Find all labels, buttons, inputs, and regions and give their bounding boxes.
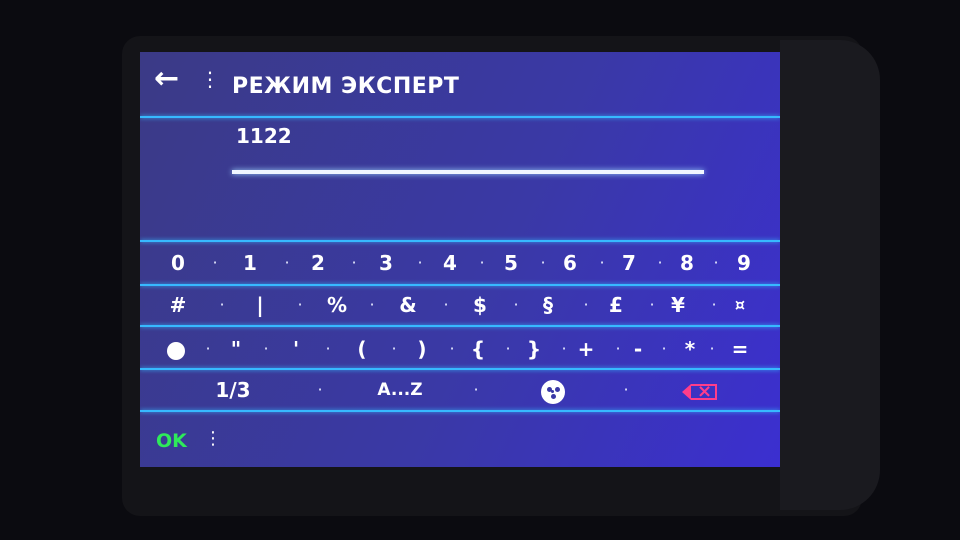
separator: ·	[369, 295, 375, 314]
key-paren-open[interactable]: (	[352, 329, 372, 369]
key-3[interactable]: 3	[374, 243, 398, 283]
keyboard-row-controls: 1/3 · A...Z · ·	[140, 370, 780, 410]
key-ampersand[interactable]: &	[396, 285, 420, 325]
separator: ·	[479, 253, 485, 272]
key-2[interactable]: 2	[306, 243, 330, 283]
key-plus[interactable]: +	[576, 329, 596, 369]
separator: ·	[317, 380, 323, 399]
key-brace-close[interactable]: }	[524, 329, 544, 369]
key-1[interactable]: 1	[238, 243, 262, 283]
letters-button[interactable]: A...Z	[368, 370, 432, 410]
code-input-value: 1122	[236, 124, 292, 148]
separator: ·	[325, 339, 331, 358]
key-hash[interactable]: #	[166, 285, 190, 325]
keyboard-top-divider	[140, 240, 780, 242]
back-arrow-icon[interactable]: ←	[154, 64, 190, 94]
key-dollar[interactable]: $	[468, 285, 492, 325]
keyboard-bottom-divider	[140, 410, 780, 412]
key-8[interactable]: 8	[675, 243, 699, 283]
key-pound[interactable]: £	[604, 285, 628, 325]
code-input-field[interactable]: 1122	[230, 124, 710, 174]
keyboard-row-symbols-2: · " · ' · ( · ) · { · } · + · - · * · =	[140, 329, 780, 369]
separator: ·	[540, 253, 546, 272]
page-title: РЕЖИМ ЭКСПЕРТ	[232, 74, 460, 99]
key-section[interactable]: §	[536, 285, 560, 325]
key-5[interactable]: 5	[499, 243, 523, 283]
separator: ·	[623, 380, 629, 399]
key-circle[interactable]	[164, 329, 188, 369]
separator: ·	[391, 339, 397, 358]
page-toggle-button[interactable]: 1/3	[210, 370, 256, 410]
key-currency[interactable]: ¤	[728, 285, 752, 325]
ok-button[interactable]: OK	[156, 430, 187, 452]
key-0[interactable]: 0	[166, 243, 190, 283]
display-screen: ← ⋮ РЕЖИМ ЭКСПЕРТ 1122 0 · 1 · 2 · 3 · 4…	[140, 52, 780, 467]
separator: ·	[205, 339, 211, 358]
separator: ·	[449, 339, 455, 358]
separator: ·	[711, 295, 717, 314]
separator: ·	[417, 253, 423, 272]
separator: ·	[212, 253, 218, 272]
key-percent[interactable]: %	[324, 285, 350, 325]
keyboard-row-symbols-1: # · | · % · & · $ · § · £ · ¥ · ¤	[140, 285, 780, 325]
separator: ·	[649, 295, 655, 314]
emoji-icon	[541, 379, 565, 404]
key-minus[interactable]: -	[628, 329, 648, 369]
key-4[interactable]: 4	[438, 243, 462, 283]
separator: ·	[709, 339, 715, 358]
separator: ·	[505, 339, 511, 358]
key-yen[interactable]: ¥	[666, 285, 690, 325]
circle-symbol-icon	[167, 341, 185, 360]
key-9[interactable]: 9	[732, 243, 756, 283]
separator: ·	[473, 380, 479, 399]
separator: ·	[583, 295, 589, 314]
key-pipe[interactable]: |	[248, 285, 272, 325]
device-housing	[780, 40, 880, 510]
header-divider	[140, 116, 780, 118]
key-6[interactable]: 6	[558, 243, 582, 283]
separator: ·	[219, 295, 225, 314]
emoji-button[interactable]	[536, 370, 570, 410]
separator: ·	[263, 339, 269, 358]
header-menu-icon[interactable]: ⋮	[200, 68, 220, 90]
separator: ·	[561, 339, 567, 358]
key-equals[interactable]: =	[730, 329, 750, 369]
separator: ·	[713, 253, 719, 272]
backspace-button[interactable]	[680, 370, 720, 410]
backspace-icon	[682, 381, 717, 403]
separator: ·	[661, 339, 667, 358]
key-single-quote[interactable]: '	[286, 329, 306, 369]
input-underline	[232, 170, 704, 174]
separator: ·	[297, 295, 303, 314]
key-paren-close[interactable]: )	[412, 329, 432, 369]
separator: ·	[443, 295, 449, 314]
separator: ·	[657, 253, 663, 272]
separator: ·	[284, 253, 290, 272]
separator: ·	[599, 253, 605, 272]
header: ← ⋮ РЕЖИМ ЭКСПЕРТ	[140, 52, 780, 104]
key-asterisk[interactable]: *	[680, 329, 700, 369]
separator: ·	[351, 253, 357, 272]
key-7[interactable]: 7	[617, 243, 641, 283]
footer-menu-icon[interactable]: ⋮	[204, 428, 222, 449]
keyboard-row-divider	[140, 325, 780, 327]
key-double-quote[interactable]: "	[226, 329, 246, 369]
separator: ·	[513, 295, 519, 314]
keyboard-row-digits: 0 · 1 · 2 · 3 · 4 · 5 · 6 · 7 · 8 · 9	[140, 243, 780, 283]
key-brace-open[interactable]: {	[468, 329, 488, 369]
separator: ·	[615, 339, 621, 358]
